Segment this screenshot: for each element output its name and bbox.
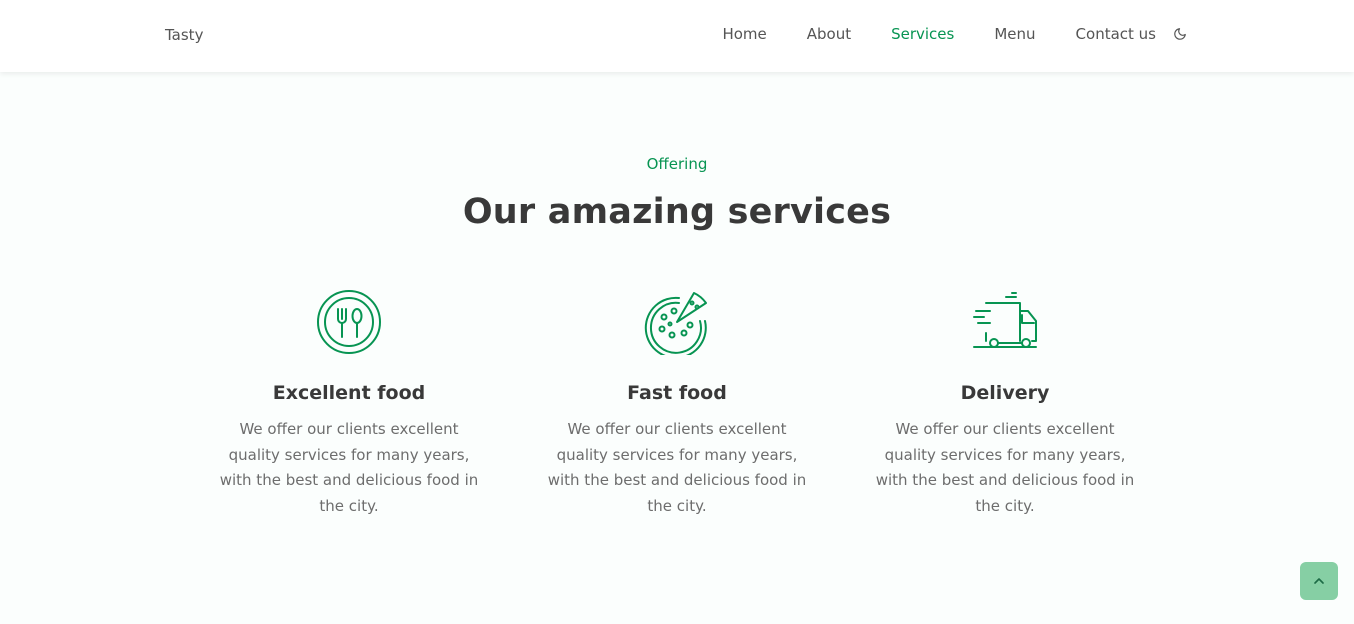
service-description: We offer our clients excellent quality s… <box>219 420 479 515</box>
nav-link-about[interactable]: About <box>807 25 851 43</box>
service-description: We offer our clients excellent quality s… <box>875 420 1135 515</box>
service-title: Delivery <box>960 382 1050 404</box>
section-subtitle: Offering <box>646 155 708 173</box>
logo-link[interactable]: Tasty <box>165 26 203 44</box>
service-card-delivery: Delivery We offer our clients excellent … <box>861 289 1149 519</box>
service-title: Excellent food <box>272 382 426 404</box>
site-header: Tasty Home About Services Menu Contact u… <box>0 0 1354 72</box>
service-card-fast-food: Fast food We offer our clients excellent… <box>533 289 821 519</box>
cutlery-plate-icon <box>317 290 381 354</box>
theme-toggle-button[interactable] <box>1172 26 1188 42</box>
service-description: We offer our clients excellent quality s… <box>547 420 807 515</box>
services-grid: Excellent food We offer our clients exce… <box>205 289 1149 519</box>
chevron-up-icon <box>1314 578 1324 584</box>
service-title: Fast food <box>627 382 727 404</box>
section-title: Our amazing services <box>462 192 892 232</box>
main-nav: Home About Services Menu Contact us <box>722 25 1188 43</box>
scroll-up-button[interactable] <box>1300 562 1338 600</box>
nav-link-menu[interactable]: Menu <box>994 25 1035 43</box>
moon-icon <box>1174 28 1186 40</box>
delivery-truck-icon <box>973 292 1037 348</box>
pizza-icon <box>644 292 707 355</box>
service-card-excellent-food: Excellent food We offer our clients exce… <box>205 289 493 519</box>
nav-link-home[interactable]: Home <box>722 25 766 43</box>
nav-link-services[interactable]: Services <box>891 25 954 43</box>
nav-link-contact[interactable]: Contact us <box>1076 25 1156 43</box>
